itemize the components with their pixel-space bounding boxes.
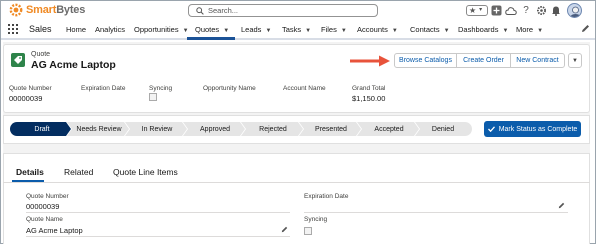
- detail-value-quote-name: AG Acme Laptop: [26, 226, 83, 235]
- favorites-group[interactable]: ★ ▾: [466, 5, 488, 16]
- nav-item-tasks[interactable]: Tasks ▼: [282, 25, 311, 34]
- nav-item-leads[interactable]: Leads ▼: [241, 25, 271, 34]
- chevron-down-icon: ▼: [572, 57, 578, 64]
- detail-label-quote-name: Quote Name: [26, 216, 63, 223]
- search-icon: [196, 7, 204, 15]
- nav-item-quotes[interactable]: Quotes ▼: [195, 25, 229, 34]
- help-icon[interactable]: ?: [519, 4, 533, 18]
- favorites-star-icon[interactable]: ★: [469, 6, 476, 15]
- chevron-down-icon[interactable]: ▼: [444, 28, 450, 34]
- settings-gear-icon[interactable]: [534, 4, 548, 18]
- nav-item-contacts[interactable]: Contacts ▼: [410, 25, 450, 34]
- notifications-bell-icon[interactable]: [549, 4, 563, 18]
- field-label-account-name: Account Name: [283, 85, 326, 92]
- header-utility-icons: ★ ▾ ?: [466, 3, 582, 18]
- nav-item-dashboards[interactable]: Dashboards ▼: [458, 25, 508, 34]
- global-header: SmartBytes Search... ★ ▾ ?: [1, 1, 595, 19]
- new-contract-button[interactable]: New Contract: [510, 53, 565, 68]
- field-value-grand-total: $1,150.00: [352, 94, 386, 103]
- edit-quote-name-pencil-icon[interactable]: [281, 226, 288, 233]
- search-placeholder: Search...: [208, 6, 239, 15]
- favorites-dropdown-icon[interactable]: ▾: [479, 6, 482, 15]
- detail-label-syncing: Syncing: [304, 216, 328, 223]
- field-label-quote-number: Quote Number: [9, 85, 52, 92]
- path-stage-draft[interactable]: Draft: [14, 122, 70, 136]
- mark-status-complete-button[interactable]: Mark Status as Complete: [484, 121, 581, 137]
- tab-related[interactable]: Related: [64, 167, 93, 177]
- tab-quote-line-items[interactable]: Quote Line Items: [113, 167, 178, 177]
- app-launcher-icon[interactable]: [8, 24, 18, 34]
- record-action-buttons: Browse Catalogs Create Order New Contrac…: [394, 53, 565, 68]
- tab-separator: [3, 182, 590, 183]
- more-actions-button[interactable]: ▼: [568, 53, 582, 68]
- nav-item-home[interactable]: Home: [66, 25, 86, 34]
- chevron-down-icon[interactable]: ▼: [265, 28, 271, 34]
- status-path: Draft Needs Review In Review Approved Re…: [10, 122, 472, 136]
- field-label-opportunity-name: Opportunity Name: [203, 85, 256, 92]
- nav-item-files[interactable]: Files ▼: [321, 25, 347, 34]
- detail-label-quote-number: Quote Number: [26, 193, 69, 200]
- path-stage-denied[interactable]: Denied: [418, 122, 468, 136]
- record-title: AG Acme Laptop: [31, 59, 116, 71]
- chevron-down-icon[interactable]: ▼: [305, 28, 311, 34]
- record-object-type: Quote: [31, 51, 51, 58]
- quote-object-icon: [11, 53, 25, 67]
- chevron-down-icon[interactable]: ▼: [223, 28, 229, 34]
- edit-expiration-date-pencil-icon[interactable]: [558, 202, 565, 209]
- path-stage-needs-review[interactable]: Needs Review: [70, 122, 128, 136]
- chevron-down-icon[interactable]: ▼: [183, 28, 189, 34]
- field-value-quote-number: 00000039: [9, 94, 43, 103]
- chevron-down-icon[interactable]: ▼: [341, 28, 347, 34]
- annotation-arrow-icon: [350, 55, 390, 67]
- nav-item-opportunities[interactable]: Opportunities ▼: [134, 25, 189, 34]
- field-divider: [304, 212, 568, 213]
- create-order-button[interactable]: Create Order: [456, 53, 511, 68]
- field-label-expiration-date: Expiration Date: [81, 85, 126, 92]
- syncing-detail-checkbox: [304, 227, 312, 235]
- path-stage-rejected[interactable]: Rejected: [244, 122, 302, 136]
- browse-catalogs-button[interactable]: Browse Catalogs: [394, 53, 457, 68]
- path-stage-approved[interactable]: Approved: [186, 122, 244, 136]
- cloud-icon[interactable]: [504, 4, 518, 18]
- nav-item-analytics[interactable]: Analytics: [95, 25, 125, 34]
- edit-nav-pencil-icon[interactable]: [581, 24, 590, 33]
- app-name: Sales: [29, 24, 52, 34]
- logo-text: SmartBytes: [26, 4, 86, 16]
- field-divider: [26, 236, 290, 237]
- chevron-down-icon[interactable]: ▼: [392, 28, 398, 34]
- field-label-syncing: Syncing: [149, 85, 173, 92]
- tab-details[interactable]: Details: [16, 167, 44, 177]
- checkmark-icon: [487, 126, 495, 132]
- detail-label-expiration-date: Expiration Date: [304, 193, 349, 200]
- field-divider: [26, 212, 290, 213]
- global-search-input[interactable]: Search...: [188, 4, 378, 17]
- logo-gear-icon: [9, 3, 23, 17]
- section-gap: [3, 144, 590, 153]
- path-stage-in-review[interactable]: In Review: [128, 122, 186, 136]
- field-label-grand-total: Grand Total: [352, 85, 386, 92]
- nav-item-more[interactable]: More ▼: [516, 25, 543, 34]
- chevron-down-icon[interactable]: ▼: [502, 28, 508, 34]
- add-icon[interactable]: [489, 4, 503, 18]
- path-stage-accepted[interactable]: Accepted: [360, 122, 418, 136]
- app-navigation-bar: Sales Home Analytics Opportunities ▼ Quot…: [1, 19, 595, 40]
- syncing-checkbox: [149, 93, 157, 101]
- user-avatar[interactable]: [567, 3, 582, 18]
- smartbytes-logo[interactable]: SmartBytes: [9, 3, 85, 17]
- chevron-down-icon[interactable]: ▼: [537, 28, 543, 34]
- nav-item-accounts[interactable]: Accounts ▼: [357, 25, 398, 34]
- path-stage-presented[interactable]: Presented: [302, 122, 360, 136]
- detail-value-quote-number: 00000039: [26, 202, 60, 211]
